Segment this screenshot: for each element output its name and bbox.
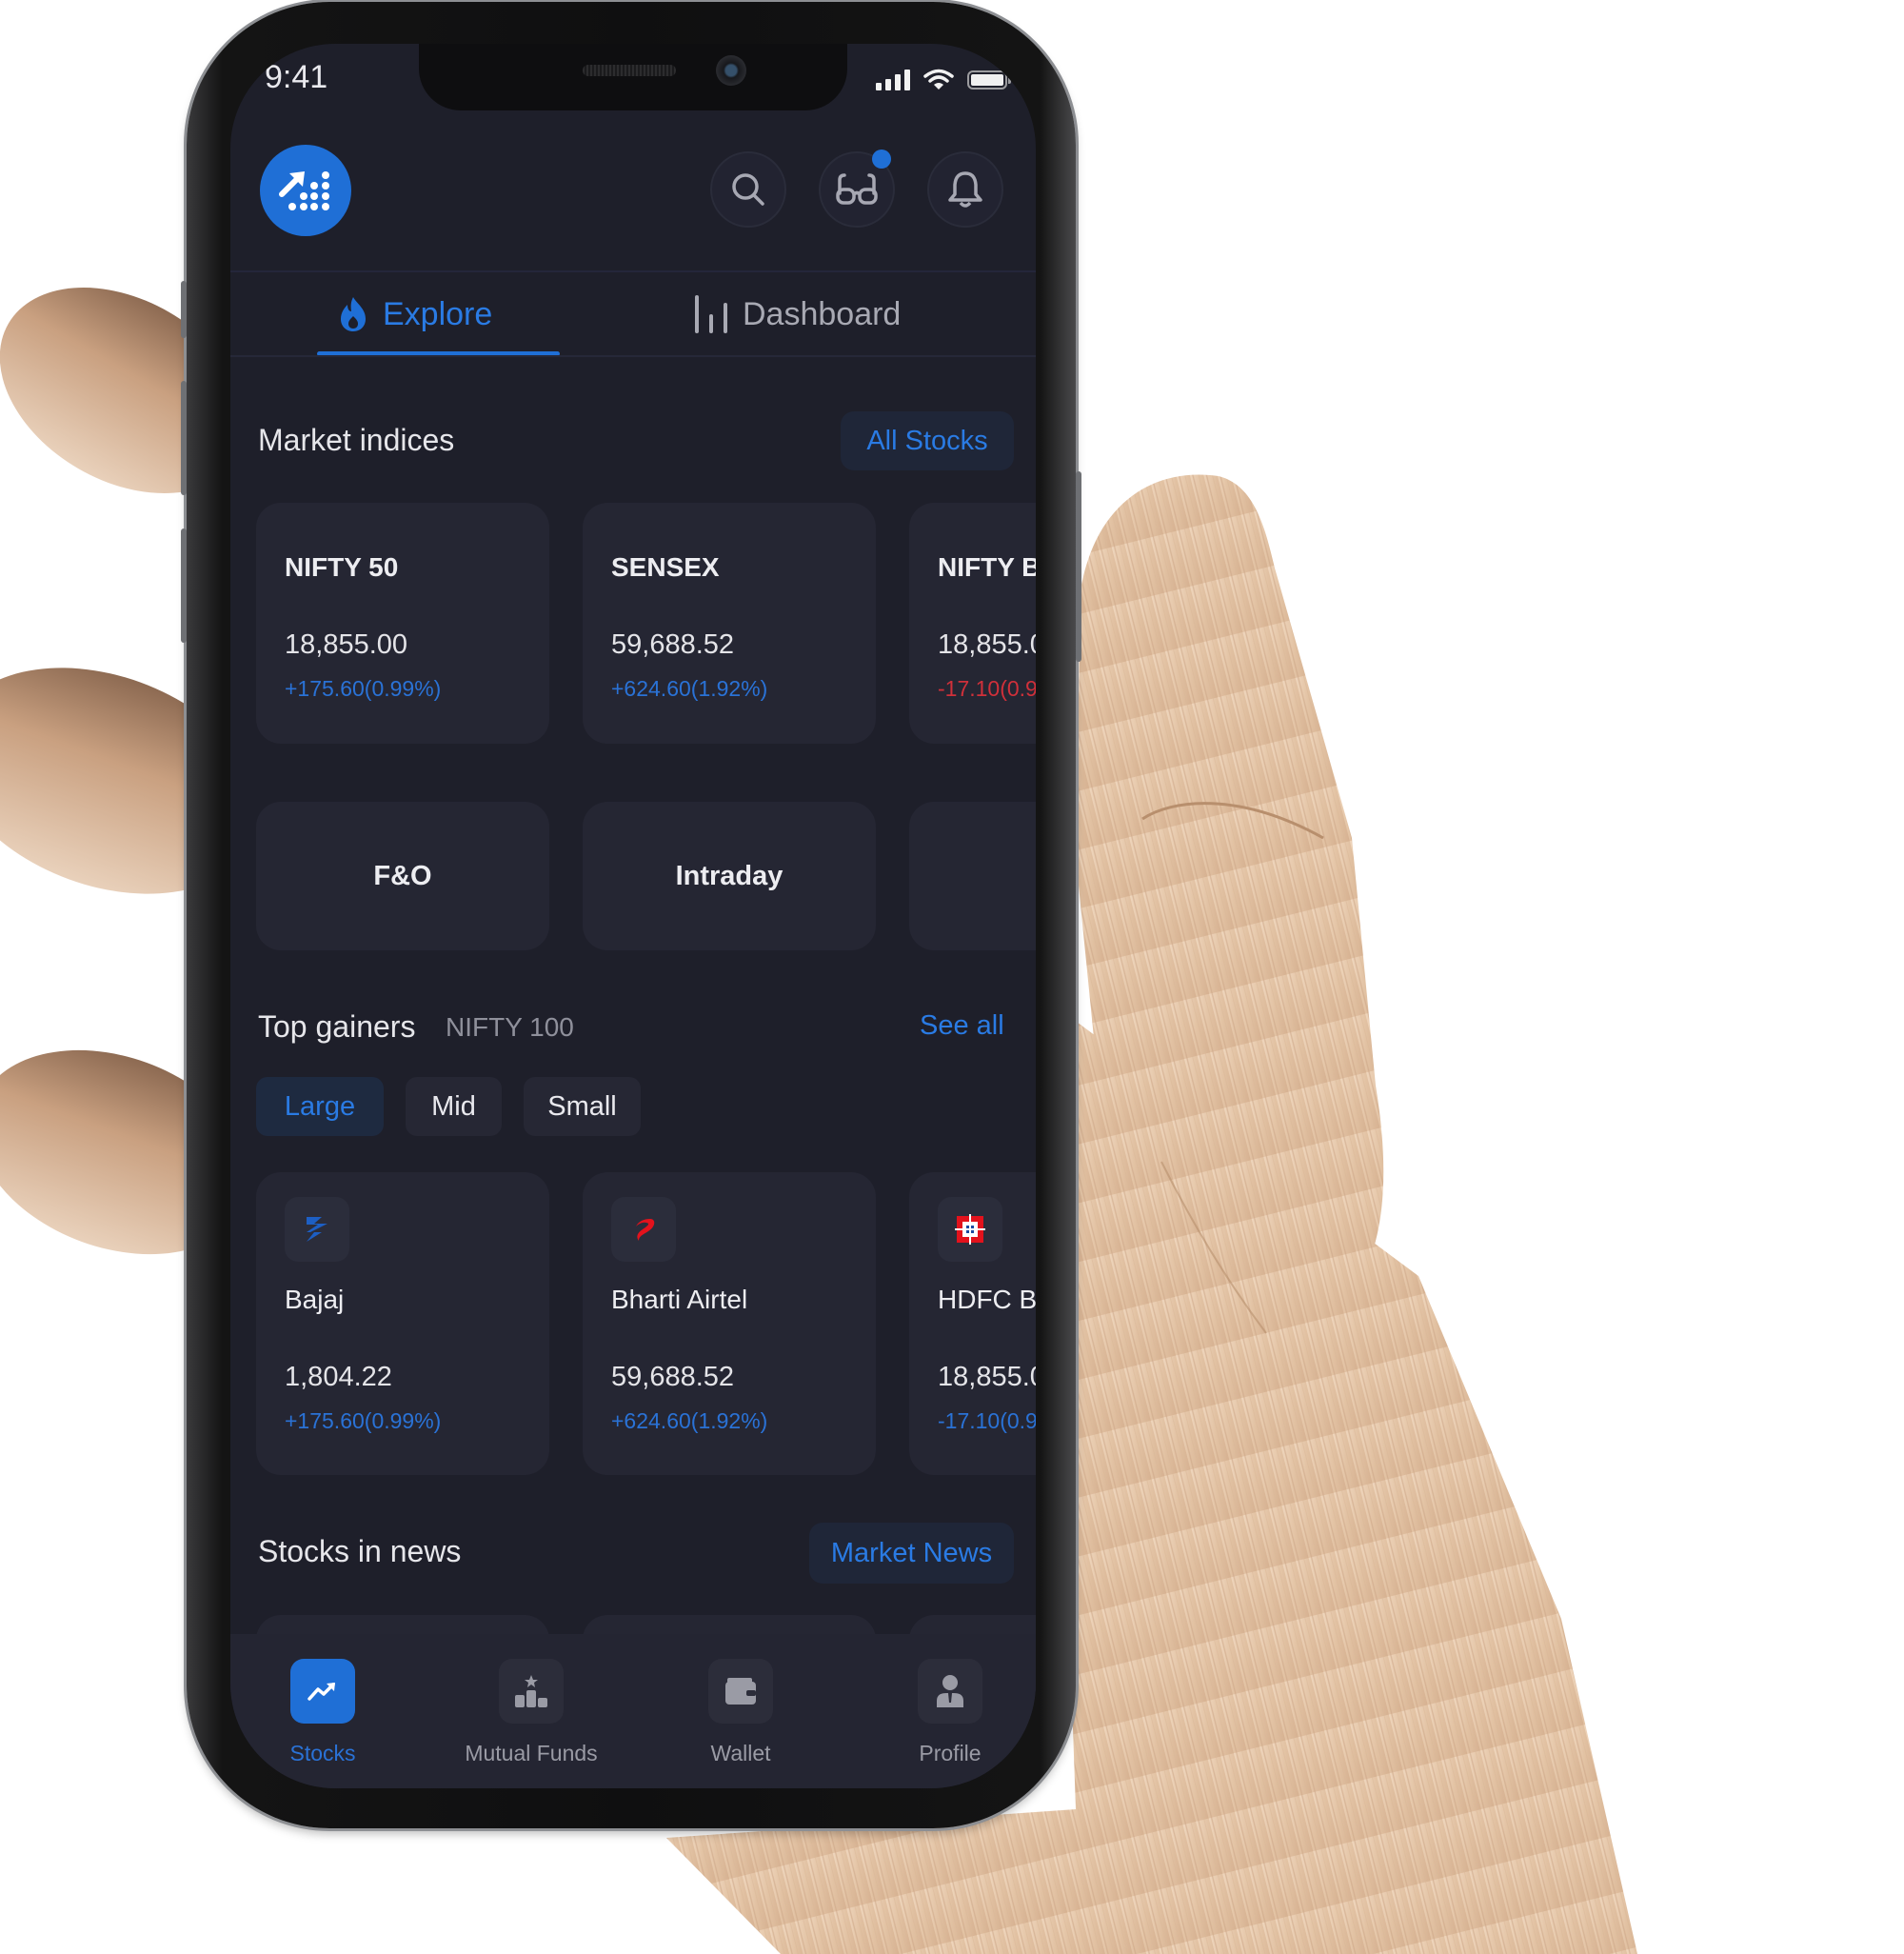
bottom-navigation: Stocks Mutual Funds Wallet Profile — [230, 1634, 1036, 1788]
index-price: 18,855.0 — [938, 629, 1036, 660]
phone-volume-down — [181, 528, 187, 643]
nav-mutual-funds[interactable]: Mutual Funds — [436, 1634, 626, 1786]
status-icons — [876, 69, 1011, 91]
watchlist-button[interactable] — [819, 150, 895, 228]
stock-price: 59,688.52 — [611, 1362, 735, 1392]
stock-name: HDFC B — [938, 1285, 1036, 1314]
stock-price: 18,855.0 — [938, 1362, 1036, 1392]
market-news-button[interactable]: Market News — [809, 1523, 1014, 1584]
stock-logo — [285, 1197, 349, 1262]
notifications-button[interactable] — [927, 151, 1003, 228]
nav-wallet-label: Wallet — [710, 1741, 771, 1765]
index-name: NIFTY B — [938, 552, 1036, 582]
category-card[interactable] — [909, 802, 1036, 950]
wifi-icon — [923, 69, 954, 90]
tab-explore[interactable]: Explore — [337, 274, 492, 354]
bajaj-logo-icon — [307, 1217, 327, 1242]
phone-volume-up — [181, 381, 187, 495]
stock-card[interactable]: HDFC B 18,855.0 -17.10(0.9 — [909, 1172, 1036, 1475]
tabs-divider — [230, 355, 1036, 357]
chip-small[interactable]: Small — [524, 1077, 641, 1136]
category-fno[interactable]: F&O — [256, 802, 549, 950]
stock-change: -17.10(0.9 — [938, 1408, 1036, 1433]
phone-side-button — [181, 281, 187, 338]
app-screen: 9:41 Explore Dashboard Market indices Al… — [230, 44, 1036, 1788]
flame-icon — [341, 297, 366, 331]
front-camera — [716, 55, 746, 86]
index-price: 59,688.52 — [611, 629, 735, 660]
nav-profile-label: Profile — [919, 1741, 982, 1765]
stock-name: Bharti Airtel — [611, 1285, 748, 1314]
hdfc-logo-icon — [955, 1214, 985, 1245]
index-change: +175.60(0.99%) — [285, 676, 442, 701]
tab-bar: Explore Dashboard — [230, 274, 1036, 357]
wallet-icon — [725, 1678, 756, 1705]
airtel-logo-icon — [636, 1219, 655, 1241]
notch — [419, 44, 847, 110]
speaker-grille — [583, 65, 676, 76]
stock-change: +175.60(0.99%) — [285, 1408, 442, 1433]
category-intraday[interactable]: Intraday — [583, 802, 876, 950]
see-all-link[interactable]: See all — [920, 1010, 1004, 1042]
app-logo[interactable] — [260, 145, 351, 236]
nav-stocks-label: Stocks — [289, 1741, 356, 1765]
glasses-icon — [836, 173, 878, 205]
podium-icon — [515, 1675, 547, 1707]
nav-mutual-funds-label: Mutual Funds — [465, 1741, 598, 1765]
cellular-signal-icon — [876, 70, 910, 90]
index-card[interactable]: NIFTY 50 18,855.00 +175.60(0.99%) — [256, 503, 549, 744]
tab-explore-label: Explore — [383, 295, 493, 332]
top-gainers-title: Top gainers — [258, 1009, 416, 1044]
nav-wallet[interactable]: Wallet — [645, 1634, 836, 1786]
stock-price: 1,804.22 — [285, 1362, 392, 1392]
index-change: -17.10(0.9 — [938, 676, 1036, 701]
chip-mid[interactable]: Mid — [406, 1077, 502, 1136]
bar-chart-icon — [695, 295, 727, 333]
index-change: +624.60(1.92%) — [611, 676, 768, 701]
top-gainers-subtitle: NIFTY 100 — [446, 1012, 574, 1042]
nav-stocks[interactable]: Stocks — [230, 1634, 418, 1786]
notification-badge — [872, 150, 891, 169]
stock-card[interactable]: Bharti Airtel 59,688.52 +624.60(1.92%) — [583, 1172, 876, 1475]
all-stocks-button[interactable]: All Stocks — [841, 411, 1014, 470]
growth-chart-logo-icon — [279, 171, 329, 210]
index-price: 18,855.00 — [285, 629, 408, 660]
index-name: NIFTY 50 — [285, 552, 399, 582]
chip-large[interactable]: Large — [256, 1077, 384, 1136]
index-name: SENSEX — [611, 552, 720, 582]
phone-power-button — [1076, 471, 1081, 662]
battery-icon — [967, 70, 1011, 90]
stock-card[interactable]: Bajaj 1,804.22 +175.60(0.99%) — [256, 1172, 549, 1475]
tab-dashboard-label: Dashboard — [743, 295, 902, 332]
stock-logo — [938, 1197, 1002, 1262]
search-button[interactable] — [710, 151, 786, 228]
nav-profile[interactable]: Profile — [855, 1634, 1036, 1786]
stock-change: +624.60(1.92%) — [611, 1408, 768, 1433]
tab-dashboard[interactable]: Dashboard — [693, 274, 901, 354]
index-card[interactable]: NIFTY B 18,855.0 -17.10(0.9 — [909, 503, 1036, 744]
index-card[interactable]: SENSEX 59,688.52 +624.60(1.92%) — [583, 503, 876, 744]
market-indices-title: Market indices — [258, 423, 455, 457]
stock-logo — [611, 1197, 676, 1262]
user-icon — [937, 1675, 963, 1707]
bell-icon — [948, 171, 982, 208]
stock-name: Bajaj — [285, 1285, 345, 1314]
trending-up-icon — [307, 1683, 335, 1701]
header-divider — [230, 270, 1036, 272]
stocks-in-news-title: Stocks in news — [258, 1534, 462, 1568]
search-icon — [732, 173, 764, 206]
status-time: 9:41 — [265, 59, 328, 95]
